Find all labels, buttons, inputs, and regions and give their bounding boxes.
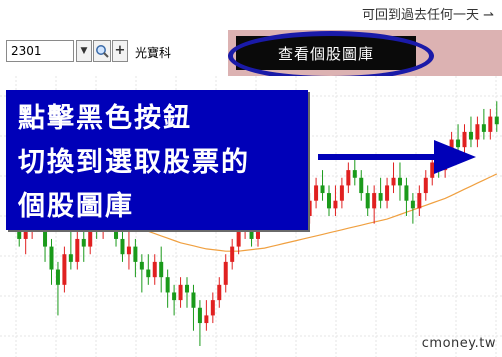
candle bbox=[178, 277, 183, 308]
candle-body bbox=[197, 307, 202, 324]
stock-toolbar: ▼ + 光寶科 查看個股圖庫 bbox=[0, 30, 502, 81]
candle bbox=[385, 177, 390, 209]
candle-body bbox=[49, 246, 54, 270]
candle-body bbox=[410, 200, 415, 209]
callout-line-2: 切換到選取股票的 bbox=[18, 147, 250, 178]
candle-body bbox=[372, 193, 377, 209]
candle-body bbox=[423, 177, 428, 194]
candle bbox=[146, 254, 151, 285]
candle-body bbox=[481, 124, 486, 132]
candle bbox=[494, 101, 499, 132]
candle-body bbox=[133, 246, 138, 262]
candle-body bbox=[62, 254, 67, 285]
stock-dropdown-button[interactable]: ▼ bbox=[76, 40, 92, 62]
candle-body bbox=[404, 185, 409, 201]
candle bbox=[481, 108, 486, 140]
candle-body bbox=[23, 231, 28, 239]
candle bbox=[365, 185, 370, 216]
candle bbox=[120, 231, 125, 262]
callout-line-1: 點擊黑色按鈕 bbox=[18, 103, 192, 134]
candle bbox=[378, 177, 383, 209]
stock-code-input[interactable] bbox=[6, 40, 74, 62]
candle bbox=[204, 300, 209, 331]
candle-body bbox=[494, 116, 499, 125]
candle-body bbox=[339, 185, 344, 201]
candle-body bbox=[146, 269, 151, 278]
candle-body bbox=[81, 238, 86, 247]
candle bbox=[223, 254, 228, 293]
candle-body bbox=[68, 254, 73, 262]
candle-body bbox=[365, 193, 370, 209]
candle-body bbox=[152, 261, 157, 278]
candle bbox=[133, 238, 138, 278]
candle-body bbox=[159, 261, 164, 278]
candle-body bbox=[191, 292, 196, 308]
candle bbox=[62, 246, 67, 293]
candle-body bbox=[417, 193, 422, 209]
candle bbox=[55, 261, 60, 316]
candle bbox=[197, 300, 202, 346]
candle-body bbox=[326, 193, 331, 209]
candle-body bbox=[320, 185, 325, 194]
candle bbox=[488, 108, 493, 140]
candle bbox=[68, 231, 73, 270]
candle bbox=[339, 177, 344, 209]
candle-body bbox=[488, 116, 493, 132]
candle bbox=[230, 238, 235, 270]
candle bbox=[333, 185, 338, 216]
candle-body bbox=[165, 277, 170, 293]
add-stock-button[interactable]: + bbox=[112, 40, 128, 62]
candle bbox=[191, 284, 196, 331]
candle-body bbox=[397, 177, 402, 186]
candle-body bbox=[139, 261, 144, 270]
callout-line-3: 個股圖庫 bbox=[18, 191, 134, 222]
candle bbox=[49, 238, 54, 285]
view-stock-library-button[interactable]: 查看個股圖庫 bbox=[236, 36, 416, 70]
candle-body bbox=[378, 193, 383, 201]
candle bbox=[417, 185, 422, 216]
candle-body bbox=[217, 284, 222, 301]
candle-body bbox=[120, 238, 125, 255]
candle bbox=[314, 177, 319, 209]
candle bbox=[210, 292, 215, 324]
candle-body bbox=[230, 246, 235, 262]
candle bbox=[410, 193, 415, 224]
time-travel-hint[interactable]: 可回到過去任何一天 ⇀ bbox=[362, 4, 494, 23]
candle-body bbox=[126, 246, 131, 255]
candle-body bbox=[185, 284, 190, 293]
candle-body bbox=[236, 231, 241, 247]
candle bbox=[217, 277, 222, 308]
candle bbox=[126, 231, 131, 270]
candle bbox=[307, 193, 312, 224]
candle bbox=[185, 277, 190, 308]
candle-body bbox=[178, 284, 183, 301]
candle-body bbox=[359, 177, 364, 194]
arrow-right-icon bbox=[318, 140, 476, 174]
candle bbox=[404, 177, 409, 216]
candle-body bbox=[75, 238, 80, 262]
candle bbox=[165, 269, 170, 308]
candle bbox=[75, 231, 80, 270]
candle bbox=[152, 254, 157, 285]
candle-body bbox=[55, 269, 60, 285]
instruction-callout: 點擊黑色按鈕 切換到選取股票的 個股圖庫 bbox=[6, 90, 308, 230]
candle-body bbox=[223, 261, 228, 285]
candle-body bbox=[204, 315, 209, 324]
chevron-down-icon: ▼ bbox=[80, 46, 88, 56]
stock-search-button[interactable] bbox=[93, 40, 111, 62]
candle-body bbox=[333, 200, 338, 209]
candle-body bbox=[172, 292, 177, 301]
candle-body bbox=[385, 185, 390, 201]
candle-body bbox=[210, 300, 215, 316]
candle-body bbox=[307, 200, 312, 216]
candle bbox=[326, 185, 331, 216]
candle-body bbox=[314, 185, 319, 201]
magnifier-icon bbox=[96, 45, 109, 58]
watermark: cmoney.tw bbox=[421, 336, 496, 351]
stock-name-label: 光寶科 bbox=[135, 46, 172, 60]
candle bbox=[139, 254, 144, 293]
candle bbox=[159, 246, 164, 293]
candle-body bbox=[391, 177, 396, 186]
